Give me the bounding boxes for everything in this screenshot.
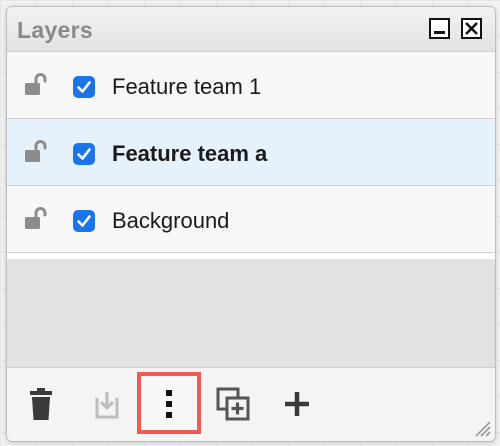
move-to-layer-icon	[95, 392, 119, 419]
layer-row-selected[interactable]: Feature team a	[7, 119, 495, 186]
visibility-checkbox[interactable]	[73, 143, 95, 165]
more-options-button[interactable]	[137, 372, 201, 434]
resize-grip-icon[interactable]	[471, 417, 491, 437]
move-selection-button[interactable]	[89, 386, 125, 422]
checkmark-icon	[77, 148, 91, 160]
visibility-checkbox[interactable]	[73, 210, 95, 232]
minimize-button[interactable]	[429, 18, 450, 39]
unlocked-icon[interactable]	[23, 207, 49, 231]
layer-list-empty-area	[7, 259, 495, 368]
close-button[interactable]	[461, 18, 482, 39]
checkmark-icon	[77, 215, 91, 227]
plus-icon	[285, 392, 309, 416]
unlocked-icon[interactable]	[23, 73, 49, 97]
trash-icon	[30, 388, 52, 420]
checkmark-icon	[77, 81, 91, 93]
visibility-checkbox[interactable]	[73, 76, 95, 98]
layer-list: Feature team 1 Feature team a Background	[7, 52, 495, 253]
close-icon	[465, 22, 478, 35]
layer-name: Feature team a	[112, 141, 268, 166]
duplicate-layer-button[interactable]	[215, 386, 251, 422]
layer-row[interactable]: Feature team 1	[7, 52, 495, 119]
layer-row[interactable]: Background	[7, 186, 495, 253]
layer-name: Feature team 1	[112, 74, 262, 99]
unlocked-icon[interactable]	[23, 140, 49, 164]
delete-layer-button[interactable]	[23, 386, 59, 422]
layer-name: Background	[112, 208, 230, 233]
panel-title: Layers	[17, 17, 93, 43]
panel-titlebar[interactable]: Layers	[7, 7, 495, 52]
duplicate-icon	[216, 387, 250, 421]
add-layer-button[interactable]	[279, 386, 315, 422]
vertical-ellipsis-icon	[166, 390, 172, 418]
layers-panel: Layers Feature team 1 Feature team a Bac…	[6, 6, 496, 442]
layers-toolbar	[7, 368, 495, 441]
